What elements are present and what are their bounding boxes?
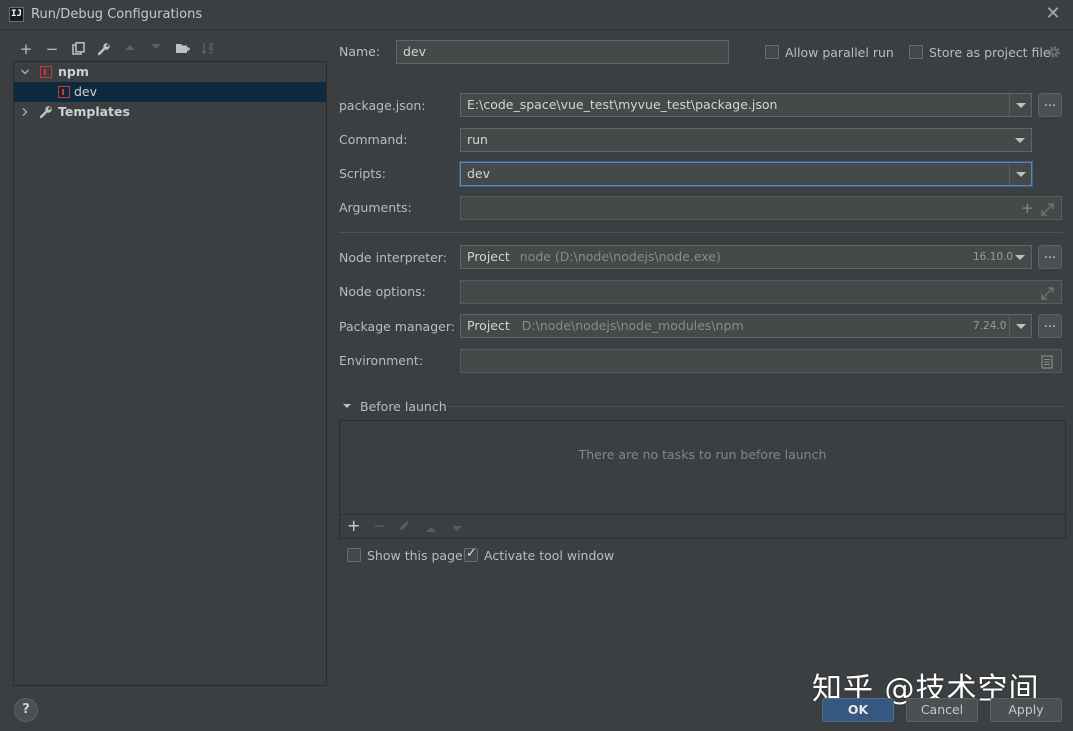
sort-icon[interactable] [199, 40, 217, 58]
edit-defaults-wrench-icon[interactable] [95, 40, 113, 58]
activate-tool-window-checkbox[interactable] [464, 546, 478, 562]
collapse-triangle-icon[interactable] [342, 399, 352, 414]
chevron-down-icon[interactable] [1009, 94, 1031, 116]
name-input[interactable]: dev [396, 40, 729, 64]
chevron-down-icon[interactable] [1009, 246, 1031, 268]
arguments-label: Arguments: [339, 200, 412, 215]
node-interpreter-combo[interactable]: Project node (D:\node\nodejs\node.exe) 1… [460, 245, 1032, 269]
node-interpreter-prefix: Project [467, 249, 510, 264]
command-combo[interactable]: run [460, 128, 1032, 152]
node-options-input[interactable] [460, 280, 1062, 304]
cancel-button[interactable]: Cancel [906, 698, 978, 722]
scripts-combo[interactable]: dev [460, 162, 1032, 186]
tree-item-templates[interactable]: Templates [14, 102, 326, 122]
scripts-label: Scripts: [339, 166, 386, 181]
package-manager-combo[interactable]: Project D:\node\nodejs\node_modules\npm … [460, 314, 1032, 338]
close-icon[interactable]: ✕ [1043, 4, 1063, 24]
intellij-app-icon: IJ [9, 7, 24, 22]
document-icon[interactable] [1041, 354, 1053, 372]
add-configuration-icon[interactable]: + [17, 40, 35, 58]
npm-icon [40, 66, 52, 78]
show-page-checkbox[interactable] [347, 548, 361, 562]
edit-task-pencil-icon[interactable] [398, 519, 411, 535]
node-interpreter-path: node (D:\node\nodejs\node.exe) [519, 249, 721, 264]
scripts-value: dev [467, 166, 491, 181]
move-down-icon[interactable] [147, 40, 165, 58]
npm-version: 7.24.0 [973, 320, 1007, 332]
before-launch-separator [448, 406, 1065, 407]
create-folder-icon[interactable] [173, 40, 191, 58]
add-icon[interactable]: + [1021, 197, 1034, 219]
copy-configuration-icon[interactable] [69, 40, 87, 58]
remove-task-icon[interactable]: − [373, 516, 386, 535]
node-version: 16.10.0 [973, 251, 1014, 263]
store-project-label: Store as project file [929, 45, 1051, 60]
ok-button[interactable]: OK [822, 698, 894, 722]
environment-input[interactable] [460, 349, 1062, 373]
package-manager-prefix: Project [467, 318, 510, 333]
apply-button[interactable]: Apply [990, 698, 1062, 722]
node-interpreter-label: Node interpreter: [339, 250, 447, 265]
chevron-down-icon[interactable] [1009, 129, 1031, 151]
configuration-tree: npm dev Templates [13, 61, 327, 686]
npm-icon [58, 86, 70, 98]
package-manager-path: D:\node\nodejs\node_modules\npm [521, 318, 744, 333]
expand-icon[interactable] [1041, 201, 1054, 219]
before-launch-toolbar [340, 514, 1065, 538]
browse-package-manager-button[interactable]: ... [1038, 314, 1062, 338]
before-launch-title[interactable]: Before launch [360, 399, 447, 414]
expand-icon[interactable] [1041, 285, 1054, 303]
command-label: Command: [339, 132, 408, 147]
allow-parallel-label: Allow parallel run [785, 45, 894, 60]
command-value: run [467, 132, 488, 147]
package-json-label: package.json: [339, 98, 426, 113]
chevron-down-icon[interactable] [19, 62, 31, 82]
tree-item-npm[interactable]: npm [14, 62, 326, 82]
package-json-combo[interactable]: E:\code_space\vue_test\myvue_test\packag… [460, 93, 1032, 117]
browse-package-json-button[interactable]: ... [1038, 93, 1062, 117]
chevron-right-icon[interactable] [19, 102, 31, 122]
show-page-label: Show this page [367, 548, 463, 563]
window-title: Run/Debug Configurations [31, 7, 203, 22]
no-tasks-text: There are no tasks to run before launch [578, 447, 827, 462]
move-up-icon[interactable] [121, 40, 139, 58]
tree-item-label: Templates [58, 104, 130, 119]
browse-node-interpreter-button[interactable]: ... [1038, 245, 1062, 269]
node-options-label: Node options: [339, 284, 426, 299]
allow-parallel-checkbox[interactable] [765, 45, 779, 59]
add-task-icon[interactable]: + [347, 516, 360, 535]
chevron-down-icon[interactable] [1009, 163, 1031, 185]
environment-label: Environment: [339, 353, 424, 368]
tree-item-dev[interactable]: dev [14, 82, 326, 102]
name-label: Name: [339, 44, 381, 59]
tree-item-label: npm [58, 64, 89, 79]
tree-item-label: dev [74, 84, 98, 99]
chevron-down-icon[interactable] [1009, 315, 1031, 337]
activate-tool-window-label: Activate tool window [484, 548, 615, 563]
gear-icon[interactable] [1047, 45, 1061, 62]
arguments-input[interactable]: + [460, 196, 1062, 220]
remove-configuration-icon[interactable]: − [43, 40, 61, 58]
wrench-icon [39, 105, 53, 125]
package-json-value: E:\code_space\vue_test\myvue_test\packag… [467, 97, 778, 112]
help-button[interactable]: ? [14, 698, 38, 722]
separator [339, 232, 1063, 233]
store-project-checkbox[interactable] [909, 45, 923, 59]
move-task-up-icon[interactable] [425, 521, 437, 536]
move-task-down-icon[interactable] [451, 521, 463, 536]
package-manager-label: Package manager: [339, 319, 455, 334]
